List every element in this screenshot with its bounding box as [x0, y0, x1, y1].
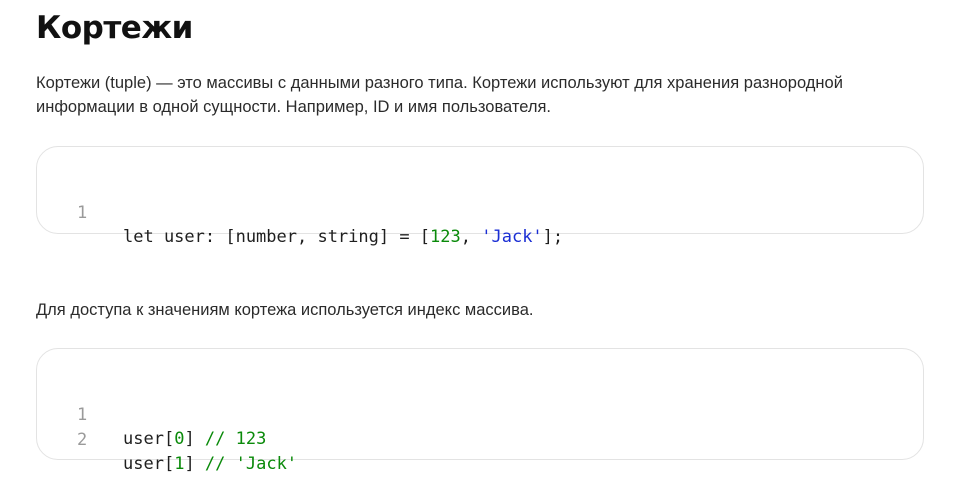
line-number: 1 — [77, 405, 88, 425]
line-number: 1 — [77, 203, 88, 223]
code-line: 1 user[0] // 123 — [37, 379, 266, 449]
line-number: 2 — [77, 430, 88, 450]
code-line: 1 let user: [number, string] = [123, 'Ja… — [37, 177, 563, 247]
code-block-tuple-declaration: 1 let user: [number, string] = [123, 'Ja… — [36, 146, 924, 247]
code-token: user[ — [123, 454, 175, 474]
code-string-literal: 'Jack' — [481, 227, 543, 247]
code-comment: // 123 — [204, 429, 267, 449]
code-text: let user: [number, string] = [123, 'Jack… — [123, 225, 563, 249]
code-number-literal: 123 — [430, 227, 461, 247]
code-token: ]; — [542, 227, 564, 247]
code-token: user[ — [123, 429, 175, 449]
page-title: Кортежи — [36, 10, 193, 46]
code-token: let user: [number, string] = [ — [123, 227, 431, 247]
code-line: 2 user[1] // 'Jack' — [37, 404, 297, 474]
code-text: user[0] // 123 — [123, 427, 266, 451]
code-token: ] — [184, 429, 205, 449]
code-token: ] — [184, 454, 205, 474]
code-comment: // 'Jack' — [204, 454, 298, 474]
code-number-literal: 1 — [174, 454, 185, 474]
code-number-literal: 0 — [174, 429, 185, 449]
code-block-tuple-access: 1 user[0] // 123 2 user[1] // 'Jack' — [36, 348, 924, 474]
access-paragraph: Для доступа к значениям кортежа использу… — [36, 301, 534, 319]
code-token: , — [460, 227, 482, 247]
code-text: user[1] // 'Jack' — [123, 452, 297, 476]
intro-paragraph: Кортежи (tuple) — это массивы с данными … — [36, 74, 843, 116]
